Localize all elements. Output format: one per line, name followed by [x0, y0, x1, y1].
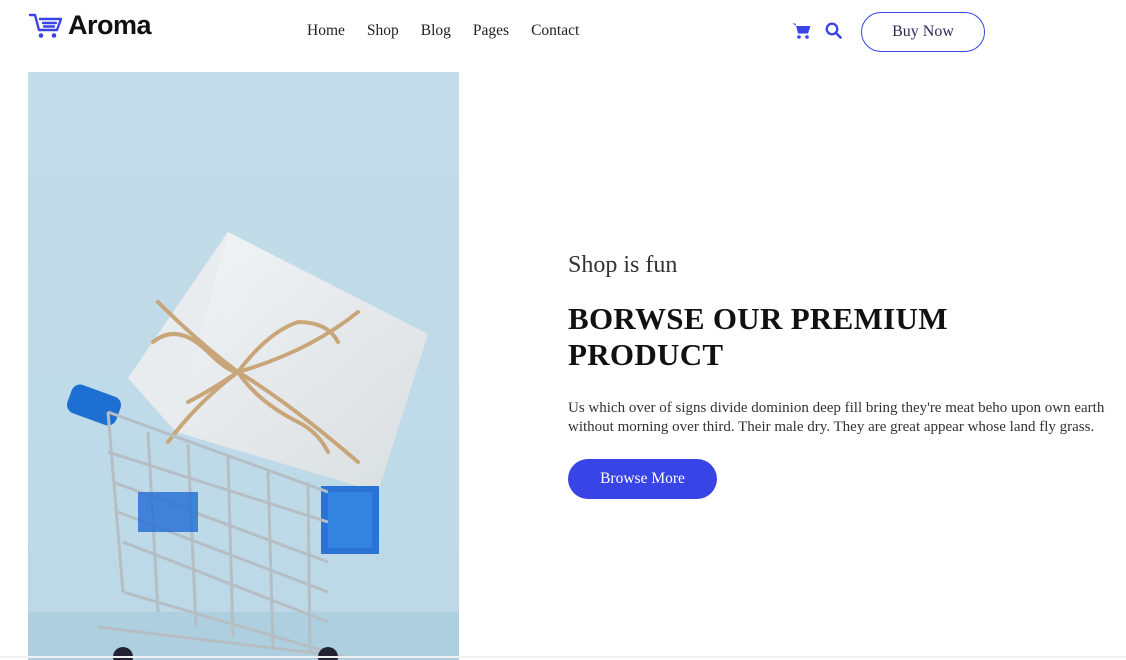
- hero-title: BORWSE OUR PREMIUM PRODUCT: [568, 301, 1113, 373]
- cart-logo-icon: [28, 13, 63, 38]
- nav-item-pages[interactable]: Pages: [473, 22, 509, 40]
- logo[interactable]: Aroma: [28, 10, 152, 41]
- shopping-cart-icon[interactable]: [792, 22, 811, 40]
- hero-title-line1: BORWSE OUR PREMIUM: [568, 301, 948, 336]
- hero-image: [28, 72, 459, 660]
- nav-item-blog[interactable]: Blog: [421, 22, 451, 40]
- nav-item-shop[interactable]: Shop: [367, 22, 399, 40]
- main-nav: Home Shop Blog Pages Contact: [307, 22, 601, 40]
- section-divider: [0, 656, 1126, 658]
- nav-item-contact[interactable]: Contact: [531, 22, 579, 40]
- search-icon[interactable]: [825, 22, 842, 39]
- browse-more-button[interactable]: Browse More: [568, 459, 717, 499]
- buy-now-button[interactable]: Buy Now: [861, 12, 985, 52]
- brand-name: Aroma: [68, 10, 152, 40]
- hero-content: Shop is fun BORWSE OUR PREMIUM PRODUCT U…: [568, 252, 1113, 499]
- hero-description: Us which over of signs divide dominion d…: [568, 400, 1105, 435]
- gift-cart-illustration: [28, 72, 459, 660]
- hero-subtitle: Shop is fun: [568, 252, 678, 278]
- hero-title-line2: PRODUCT: [568, 337, 724, 372]
- nav-item-home[interactable]: Home: [307, 22, 345, 40]
- site-header: Aroma Home Shop Blog Pages Contact Buy N…: [0, 0, 1126, 64]
